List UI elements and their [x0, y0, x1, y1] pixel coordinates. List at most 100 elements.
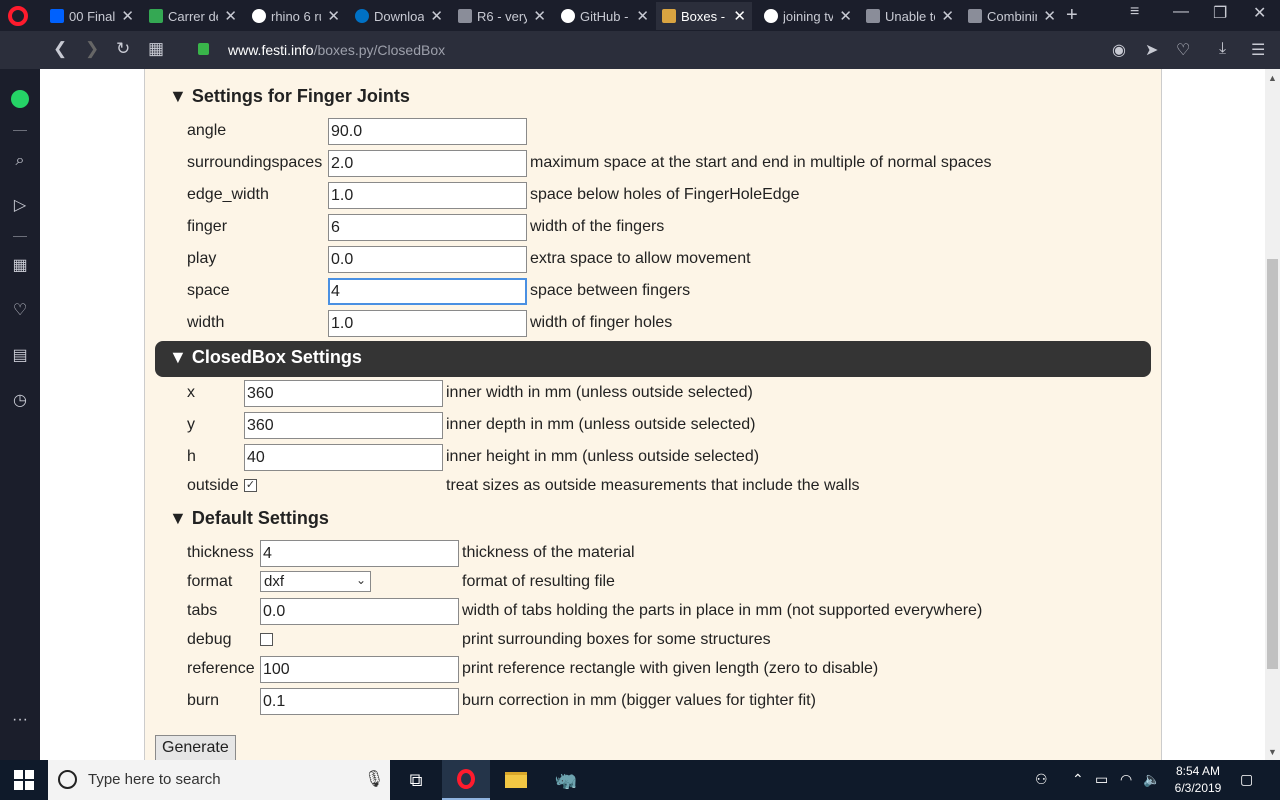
- microphone-icon[interactable]: 🎙: [364, 769, 384, 789]
- taskbar-clock[interactable]: 8:54 AM 6/3/2019: [1168, 763, 1228, 797]
- close-tab-icon[interactable]: ✕: [839, 7, 852, 25]
- play-input[interactable]: [328, 246, 527, 273]
- scroll-down-icon[interactable]: ▼: [1268, 747, 1277, 757]
- flow-icon[interactable]: ▷: [10, 196, 30, 216]
- github-icon: [561, 9, 575, 23]
- tab-combining[interactable]: Combinin ✕: [962, 2, 1062, 30]
- heart-icon[interactable]: ♡: [1176, 40, 1190, 60]
- file-explorer-icon[interactable]: [492, 760, 540, 800]
- close-tab-icon[interactable]: ✕: [1043, 7, 1056, 25]
- news-icon[interactable]: ▤: [10, 346, 30, 366]
- volume-icon[interactable]: 🔈: [1143, 771, 1160, 788]
- opera-taskbar-icon[interactable]: [442, 760, 490, 800]
- scrollbar-thumb[interactable]: [1267, 259, 1278, 669]
- scroll-up-icon[interactable]: ▲: [1268, 73, 1277, 83]
- edge-width-input[interactable]: [328, 182, 527, 209]
- bookmarks-heart-icon[interactable]: ♡: [10, 301, 30, 321]
- new-tab-icon[interactable]: +: [1066, 4, 1078, 27]
- width-input[interactable]: [328, 310, 527, 337]
- back-icon[interactable]: ❮: [53, 39, 67, 59]
- notifications-icon[interactable]: ▢: [1240, 771, 1253, 788]
- close-tab-icon[interactable]: ✕: [636, 7, 649, 25]
- maps-icon: [149, 9, 163, 23]
- tab-unable[interactable]: Unable to ✕: [860, 2, 960, 30]
- tab-joining[interactable]: joining tv ✕: [758, 2, 858, 30]
- speed-dial-icon[interactable]: ▦: [10, 256, 30, 276]
- burn-input[interactable]: [260, 688, 459, 715]
- tab-menu-icon[interactable]: ≡: [1130, 3, 1139, 21]
- format-select[interactable]: dxf ⌄: [260, 571, 371, 592]
- tab-r6[interactable]: R6 - very ✕: [452, 2, 552, 30]
- rhino-taskbar-icon[interactable]: 🦏: [542, 760, 590, 800]
- tab-bar: 00 Final p✕ Carrer de✕ rhino 6 ru✕ Downl…: [0, 0, 1280, 31]
- close-tab-icon[interactable]: ✕: [224, 7, 237, 25]
- forward-icon[interactable]: ❯: [85, 39, 99, 59]
- close-tab-icon[interactable]: ✕: [533, 7, 546, 25]
- tab-rhino[interactable]: rhino 6 ru ✕: [246, 2, 346, 30]
- edge-width-label: edge_width: [187, 186, 269, 203]
- url-field[interactable]: www.festi.info/boxes.py/ClosedBox: [228, 42, 445, 58]
- restore-icon[interactable]: ❐: [1213, 3, 1227, 23]
- x-input[interactable]: [244, 380, 443, 407]
- taskbar-search[interactable]: Type here to search 🎙: [48, 760, 390, 800]
- whatsapp-icon[interactable]: [10, 90, 30, 110]
- minimize-icon[interactable]: —: [1173, 3, 1189, 21]
- close-window-icon[interactable]: ✕: [1253, 3, 1266, 23]
- reference-input[interactable]: [260, 656, 459, 683]
- debug-desc: print surrounding boxes for some structu…: [462, 631, 771, 648]
- h-input[interactable]: [244, 444, 443, 471]
- tab-carrer[interactable]: Carrer de ✕: [143, 2, 243, 30]
- show-hidden-icons-icon[interactable]: ⌃: [1072, 771, 1084, 788]
- format-label: format: [187, 573, 233, 590]
- x-desc: inner width in mm (unless outside select…: [446, 384, 753, 401]
- close-tab-icon[interactable]: ✕: [941, 7, 954, 25]
- download-icon[interactable]: ⤓: [1219, 40, 1226, 58]
- close-tab-icon[interactable]: ✕: [430, 7, 443, 25]
- generate-button[interactable]: Generate: [155, 735, 236, 760]
- edge-width-desc: space below holes of FingerHoleEdge: [530, 186, 800, 203]
- google-icon: [764, 9, 778, 23]
- send-icon[interactable]: ➤: [1145, 40, 1158, 60]
- outside-checkbox[interactable]: ✓: [244, 479, 257, 492]
- speed-dial-icon[interactable]: ▦: [148, 39, 164, 59]
- reload-icon[interactable]: ↻: [116, 39, 130, 59]
- search-icon[interactable]: ⌕: [10, 151, 30, 171]
- close-tab-icon[interactable]: ✕: [327, 7, 340, 25]
- battery-icon[interactable]: ▭: [1095, 771, 1108, 788]
- finger-input[interactable]: [328, 214, 527, 241]
- angle-label: angle: [187, 122, 227, 139]
- debug-checkbox[interactable]: [260, 633, 273, 646]
- close-tab-icon[interactable]: ✕: [733, 7, 746, 25]
- space-desc: space between fingers: [530, 282, 691, 299]
- tab-boxes[interactable]: Boxes - C✕: [656, 2, 752, 30]
- people-icon[interactable]: ⚇: [1035, 771, 1048, 788]
- divider: [13, 236, 27, 237]
- tabs-input[interactable]: [260, 598, 459, 625]
- tab-00-final[interactable]: 00 Final p✕: [44, 2, 140, 30]
- wifi-icon[interactable]: ◠: [1120, 771, 1132, 788]
- h-label: h: [187, 448, 196, 465]
- surroundingspaces-input[interactable]: [328, 150, 527, 177]
- close-tab-icon[interactable]: ✕: [121, 7, 134, 25]
- closedbox-heading[interactable]: ▼ ClosedBox Settings: [155, 341, 1151, 377]
- easy-setup-icon[interactable]: ☰: [1251, 40, 1265, 60]
- tab-download[interactable]: Downloa ✕: [349, 2, 449, 30]
- y-input[interactable]: [244, 412, 443, 439]
- finger-joints-heading[interactable]: ▼ Settings for Finger Joints: [169, 86, 410, 107]
- page-scrollbar[interactable]: ▲ ▼: [1265, 69, 1280, 760]
- task-view-icon[interactable]: ⧉: [392, 760, 440, 800]
- width-desc: width of finger holes: [530, 314, 673, 331]
- angle-input[interactable]: [328, 118, 527, 145]
- sidebar: ⌕ ▷ ▦ ♡ ▤ ◷ ···: [0, 69, 40, 760]
- camera-icon[interactable]: ◉: [1112, 40, 1126, 60]
- space-input[interactable]: [328, 278, 527, 305]
- divider: [13, 130, 27, 131]
- history-icon[interactable]: ◷: [10, 391, 30, 411]
- thickness-input[interactable]: [260, 540, 459, 567]
- finger-label: finger: [187, 218, 228, 235]
- default-settings-heading[interactable]: ▼ Default Settings: [169, 508, 329, 529]
- more-icon[interactable]: ···: [10, 710, 30, 730]
- tab-github[interactable]: GitHub - ✕: [555, 2, 655, 30]
- opera-menu-icon[interactable]: [8, 6, 28, 26]
- windows-start-icon[interactable]: [14, 770, 34, 790]
